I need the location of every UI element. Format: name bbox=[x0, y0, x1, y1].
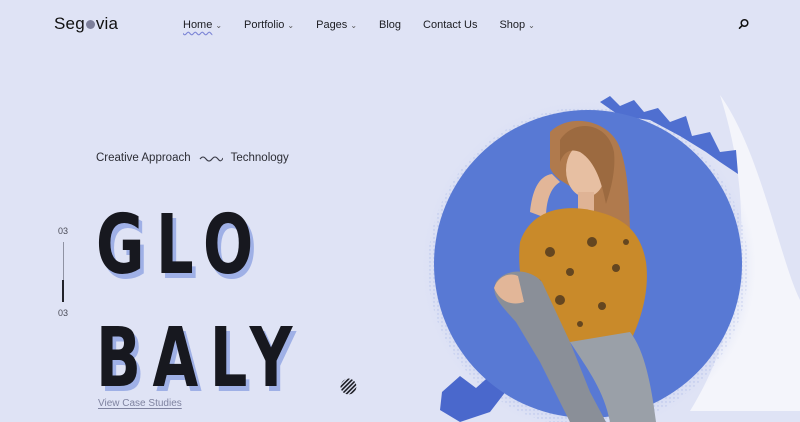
chevron-down-icon: ⌄ bbox=[287, 20, 295, 30]
main-nav: Home ⌄ Portfolio ⌄ Pages ⌄ Blog Contact Us … bbox=[183, 19, 557, 31]
hero-tagline: Creative Approach Technology bbox=[96, 152, 289, 164]
tagline-left: Creative Approach bbox=[96, 152, 191, 164]
tagline-right: Technology bbox=[230, 152, 289, 164]
headline-line-2: BALY bbox=[96, 311, 304, 406]
chevron-down-icon: ⌄ bbox=[528, 20, 535, 30]
nav-item-pages[interactable]: Pages ⌄ bbox=[316, 19, 357, 31]
slide-total: 03 bbox=[57, 308, 68, 318]
chevron-down-icon: ⌄ bbox=[215, 20, 223, 30]
striped-circle-icon bbox=[340, 378, 357, 395]
view-case-studies-link[interactable]: View Case Studies bbox=[98, 398, 182, 409]
nav-item-shop[interactable]: Shop ⌄ bbox=[499, 19, 534, 31]
search-icon[interactable] bbox=[738, 18, 750, 30]
slide-counter: 03 03 bbox=[56, 226, 70, 318]
hero-image bbox=[420, 96, 756, 422]
slide-progress bbox=[62, 242, 64, 302]
nav-item-home[interactable]: Home ⌄ bbox=[183, 19, 222, 31]
wave-icon bbox=[199, 156, 223, 162]
nav-item-blog[interactable]: Blog bbox=[379, 19, 401, 31]
slide-current: 03 bbox=[57, 226, 68, 236]
nav-item-portfolio[interactable]: Portfolio ⌄ bbox=[244, 19, 294, 31]
headline-line-1: GLO bbox=[96, 198, 265, 293]
nav-item-contact-us[interactable]: Contact Us bbox=[423, 19, 477, 31]
site-logo[interactable]: Seg via bbox=[54, 14, 118, 34]
logo-dot-icon bbox=[85, 20, 95, 29]
chevron-down-icon: ⌄ bbox=[350, 20, 358, 30]
